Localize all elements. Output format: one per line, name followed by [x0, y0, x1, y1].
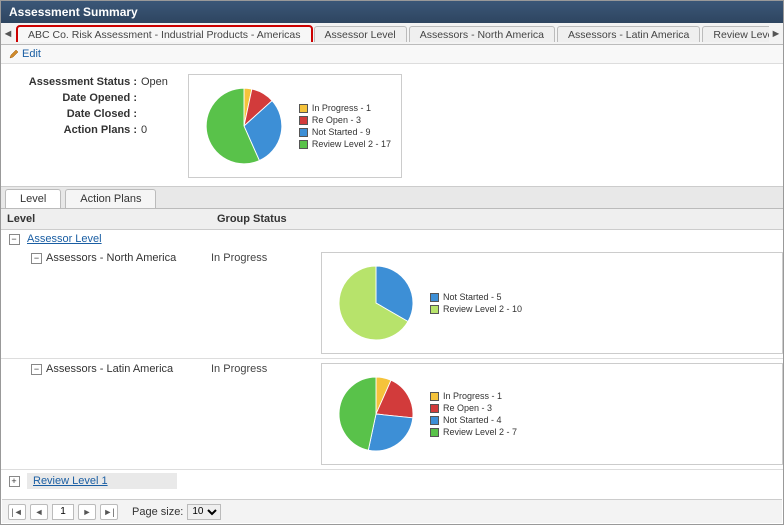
edit-label: Edit — [22, 48, 41, 60]
legend-swatch — [299, 140, 308, 149]
date-opened-label: Date Opened : — [21, 92, 141, 104]
overall-pie-chart — [199, 81, 289, 171]
content-area: Assessment Status :Open Date Opened : Da… — [1, 64, 783, 186]
overall-chart: In Progress - 1 Re Open - 3 Not Started - … — [188, 74, 402, 178]
toolbar: Edit — [1, 45, 783, 64]
tab-assessor-level[interactable]: Assessor Level — [314, 26, 407, 42]
pager-first-button[interactable]: |◄ — [8, 504, 26, 520]
assessment-status-label: Assessment Status : — [21, 76, 141, 88]
page-size-select[interactable]: 10 — [187, 504, 221, 520]
pager-last-button[interactable]: ►| — [100, 504, 118, 520]
legend-label: Not Started - 5 — [443, 292, 502, 302]
legend-item: In Progress - 1 — [299, 102, 391, 114]
legend-swatch — [430, 305, 439, 314]
legend-swatch — [430, 392, 439, 401]
date-closed-label: Date Closed : — [21, 108, 141, 120]
legend-item: Not Started - 5 — [430, 291, 522, 303]
assessor-level-link[interactable]: Assessor Level — [27, 233, 102, 245]
legend-item: Review Level 2 - 7 — [430, 426, 517, 438]
north-america-status: In Progress — [211, 252, 321, 264]
north-america-chart: Not Started - 5 Review Level 2 - 10 — [321, 252, 783, 354]
legend-item: Re Open - 3 — [430, 402, 517, 414]
latin-america-status: In Progress — [211, 363, 321, 375]
pager-page-input[interactable] — [52, 504, 74, 520]
legend-item: Review Level 2 - 10 — [430, 303, 522, 315]
pencil-icon — [9, 49, 19, 59]
pager-prev-button[interactable]: ◄ — [30, 504, 48, 520]
legend-label: Not Started - 9 — [312, 127, 371, 137]
legend-swatch — [299, 116, 308, 125]
assessment-status-value: Open — [141, 76, 168, 88]
tab-assessors-north-america[interactable]: Assessors - North America — [409, 26, 555, 42]
legend-label: In Progress - 1 — [312, 103, 371, 113]
legend-label: Review Level 2 - 10 — [443, 304, 522, 314]
tab-scroll-right[interactable]: ► — [769, 23, 783, 44]
tree-row-review-level-1: + Review Level 1 — [1, 470, 783, 492]
pager: |◄ ◄ ► ►| Page size: 10 — [2, 499, 782, 523]
tab-assessors-latin-america[interactable]: Assessors - Latin America — [557, 26, 700, 42]
overall-legend: In Progress - 1 Re Open - 3 Not Started - … — [299, 102, 391, 150]
action-plans-value: 0 — [141, 124, 147, 136]
legend-swatch — [299, 104, 308, 113]
tabs-holder: ABC Co. Risk Assessment - Industrial Pro… — [15, 25, 769, 42]
edit-link[interactable]: Edit — [9, 48, 41, 60]
action-plans-label: Action Plans : — [21, 124, 141, 136]
legend-swatch — [299, 128, 308, 137]
legend-swatch — [430, 293, 439, 302]
subgroup-latin-america: − Assessors - Latin America In Progress … — [1, 359, 783, 470]
subtab-action-plans[interactable]: Action Plans — [65, 189, 156, 208]
latin-america-link[interactable]: Assessors - Latin America — [46, 363, 173, 375]
legend-swatch — [430, 416, 439, 425]
north-america-legend: Not Started - 5 Review Level 2 - 10 — [430, 291, 522, 315]
grid-header: Level Group Status — [1, 209, 783, 230]
tab-main-assessment[interactable]: ABC Co. Risk Assessment - Industrial Pro… — [17, 26, 312, 42]
status-block: Assessment Status :Open Date Opened : Da… — [9, 68, 775, 186]
subgroup-north-america: − Assessors - North America In Progress … — [1, 248, 783, 359]
grid-body: − Assessor Level − Assessors - North Ame… — [1, 230, 783, 492]
legend-label: Not Started - 4 — [443, 415, 502, 425]
legend-item: In Progress - 1 — [430, 390, 517, 402]
review-level-1-link[interactable]: Review Level 1 — [33, 475, 108, 487]
legend-swatch — [430, 428, 439, 437]
status-list: Assessment Status :Open Date Opened : Da… — [21, 74, 168, 178]
north-america-link[interactable]: Assessors - North America — [46, 252, 176, 264]
legend-label: Re Open - 3 — [312, 115, 361, 125]
subtab-level[interactable]: Level — [5, 189, 61, 208]
legend-swatch — [430, 404, 439, 413]
north-america-pie-chart — [332, 259, 420, 347]
col-header-group-status[interactable]: Group Status — [211, 209, 783, 229]
page-size-label: Page size: — [132, 506, 183, 518]
tree-row-assessor-level: − Assessor Level — [1, 230, 783, 248]
col-header-level[interactable]: Level — [1, 209, 211, 229]
legend-item: Re Open - 3 — [299, 114, 391, 126]
legend-label: Review Level 2 - 7 — [443, 427, 517, 437]
tab-review-level-1[interactable]: Review Level 1 — [702, 26, 769, 42]
latin-america-chart: In Progress - 1 Re Open - 3 Not Started - … — [321, 363, 783, 465]
pager-next-button[interactable]: ► — [78, 504, 96, 520]
window-title: Assessment Summary — [1, 1, 783, 23]
tab-scroll-left[interactable]: ◄ — [1, 23, 15, 44]
legend-item: Review Level 2 - 17 — [299, 138, 391, 150]
expand-icon[interactable]: + — [9, 476, 20, 487]
legend-label: Review Level 2 - 17 — [312, 139, 391, 149]
collapse-icon[interactable]: − — [31, 364, 42, 375]
legend-item: Not Started - 4 — [430, 414, 517, 426]
latin-america-legend: In Progress - 1 Re Open - 3 Not Started - … — [430, 390, 517, 438]
sub-tab-strip: Level Action Plans — [1, 186, 783, 209]
legend-item: Not Started - 9 — [299, 126, 391, 138]
tab-strip: ◄ ABC Co. Risk Assessment - Industrial P… — [1, 23, 783, 45]
latin-america-pie-chart — [332, 370, 420, 458]
collapse-icon[interactable]: − — [31, 253, 42, 264]
legend-label: Re Open - 3 — [443, 403, 492, 413]
legend-label: In Progress - 1 — [443, 391, 502, 401]
collapse-icon[interactable]: − — [9, 234, 20, 245]
